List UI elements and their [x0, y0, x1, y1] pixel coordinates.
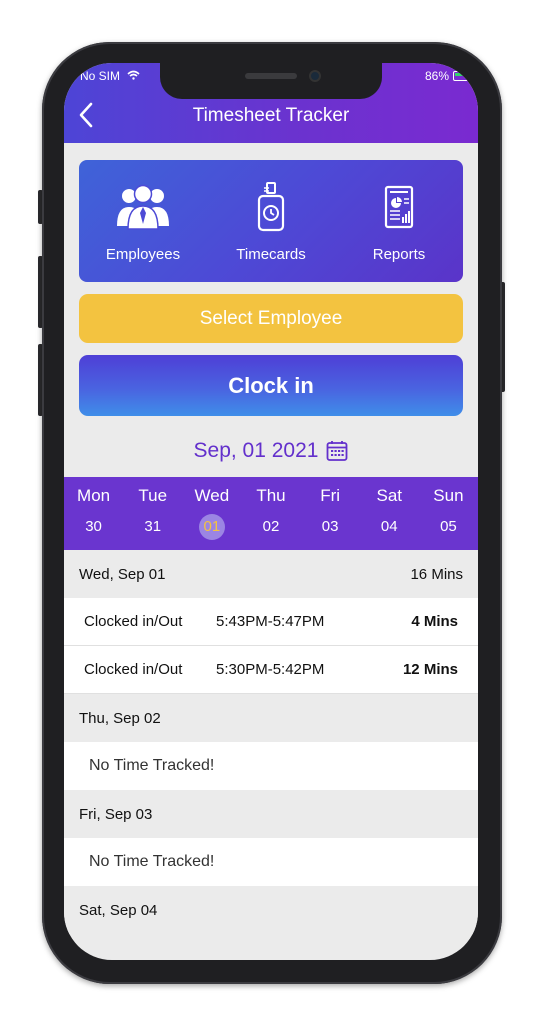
day-number: 31 — [144, 518, 162, 535]
day-mon[interactable]: Mon 30 — [64, 477, 123, 550]
week-strip: Mon 30 Tue 31 Wed 01 Thu 02 Fri 03 Sat 0… — [64, 477, 478, 550]
entry-time-range: 5:30PM-5:42PM — [216, 661, 325, 678]
day-name: Thu — [256, 486, 286, 505]
employees-icon — [115, 182, 171, 232]
wifi-icon — [127, 69, 140, 83]
current-date: Sep, 01 2021 — [193, 439, 319, 462]
day-name: Wed — [194, 486, 230, 505]
day-sun[interactable]: Sun 05 — [419, 477, 478, 550]
battery-percent: 86% — [424, 69, 449, 83]
day-name: Fri — [320, 486, 341, 505]
day-number: 05 — [440, 518, 457, 535]
day-group-total: 16 Mins — [410, 565, 463, 583]
date-selector: Sep, 01 2021 — [64, 439, 478, 463]
reports-icon — [384, 182, 414, 232]
carrier-label: No SIM — [80, 69, 121, 83]
day-number: 04 — [380, 518, 398, 535]
day-number: 02 — [262, 518, 280, 535]
menu-tiles: Employees Timecards Reports — [79, 160, 463, 282]
day-group-header: Thu, Sep 02 — [64, 694, 478, 742]
select-employee-button[interactable]: Select Employee — [79, 294, 463, 343]
day-group-header: Wed, Sep 01 16 Mins — [64, 550, 478, 598]
day-group-header: Sat, Sep 04 — [64, 886, 478, 934]
tile-reports[interactable]: Reports — [339, 160, 459, 282]
status-bar-right: 86% — [425, 69, 468, 83]
time-entry-row[interactable]: Clocked in/Out 5:30PM-5:42PM 12 Mins — [64, 646, 478, 694]
front-camera — [309, 70, 321, 82]
no-time-tracked-message: No Time Tracked! — [64, 742, 478, 790]
day-wed[interactable]: Wed 01 — [182, 477, 241, 550]
phone-notch — [160, 63, 382, 99]
calendar-icon[interactable] — [326, 440, 348, 462]
day-thu[interactable]: Thu 02 — [241, 477, 300, 550]
timesheet-list: Wed, Sep 01 16 Mins Clocked in/Out 5:43P… — [64, 550, 478, 934]
day-number: 30 — [85, 518, 102, 535]
day-group-date: Sat, Sep 04 — [79, 901, 158, 919]
tile-employees[interactable]: Employees — [83, 160, 203, 282]
day-name: Sun — [433, 486, 464, 505]
entry-duration: 4 Mins — [411, 613, 458, 630]
tile-reports-label: Reports — [372, 246, 426, 263]
entry-time-range: 5:43PM-5:47PM — [216, 613, 325, 630]
day-number: 03 — [321, 518, 339, 535]
entry-type: Clocked in/Out — [84, 661, 183, 678]
day-group-date: Wed, Sep 01 — [79, 565, 166, 583]
tile-employees-label: Employees — [105, 246, 181, 263]
tile-timecards-label: Timecards — [236, 246, 306, 263]
day-group-date: Thu, Sep 02 — [79, 709, 161, 727]
day-name: Sat — [376, 486, 403, 505]
time-entry-row[interactable]: Clocked in/Out 5:43PM-5:47PM 4 Mins — [64, 598, 478, 646]
timecards-icon — [256, 182, 286, 232]
app-screen: No SIM 86% Timesheet Tracker Employees T… — [64, 63, 478, 960]
day-group-header: Fri, Sep 03 — [64, 790, 478, 838]
day-number-selected: 01 — [198, 514, 225, 540]
day-name: Mon — [77, 486, 111, 505]
entry-type: Clocked in/Out — [84, 613, 183, 630]
day-group-date: Fri, Sep 03 — [79, 805, 153, 823]
page-title: Timesheet Tracker — [192, 105, 350, 126]
status-bar-carrier: No SIM — [80, 69, 144, 83]
entry-duration: 12 Mins — [402, 661, 458, 678]
tile-timecards[interactable]: Timecards — [211, 160, 331, 282]
day-fri[interactable]: Fri 03 — [301, 477, 360, 550]
device-frame: No SIM 86% Timesheet Tracker Employees T… — [0, 0, 542, 1024]
day-tue[interactable]: Tue 31 — [123, 477, 182, 550]
clock-in-button[interactable]: Clock in — [79, 355, 463, 416]
day-sat[interactable]: Sat 04 — [360, 477, 419, 550]
battery-icon — [453, 71, 468, 81]
no-time-tracked-message: No Time Tracked! — [64, 838, 478, 886]
speaker-grille — [245, 73, 297, 79]
day-name: Tue — [138, 486, 168, 505]
